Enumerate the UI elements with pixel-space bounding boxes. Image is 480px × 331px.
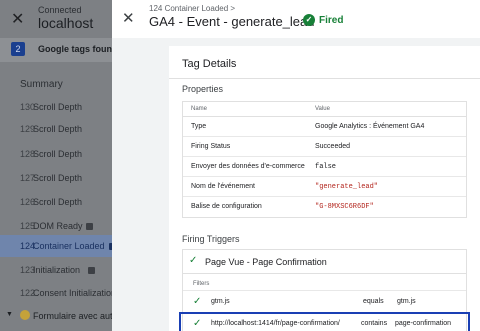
event-name: Consent Initialization <box>33 288 117 298</box>
trigger-name: Page Vue - Page Confirmation <box>205 257 327 267</box>
event-name: Initialization <box>33 265 81 275</box>
event-item[interactable]: 127 Scroll Depth <box>0 167 112 189</box>
property-value: false <box>315 163 337 171</box>
table-row: Balise de configuration "G-8MXSC6R6DF" <box>183 197 466 217</box>
firing-trigger-card: ✓ Page Vue - Page Confirmation Filters ✓… <box>179 249 470 331</box>
page-status-icon <box>20 310 30 320</box>
collapse-arrow-icon[interactable]: ▼ <box>6 311 13 318</box>
filters-label: Filters <box>193 281 210 287</box>
filter-row: ✓ gtm.js equals gtm.js <box>183 292 466 312</box>
table-row: Envoyer des données d'e-commerce false <box>183 157 466 177</box>
sidebar-header: ✕ Connected localhost <box>0 0 112 40</box>
table-row: Type Google Analytics : Événement GA4 <box>183 117 466 137</box>
filter-variable: http://localhost:1414/fr/page-confirmati… <box>211 320 340 327</box>
property-name: Nom de l'événement <box>191 183 255 190</box>
event-name: Container Loaded <box>33 241 105 251</box>
event-item[interactable]: 126 Scroll Depth <box>0 191 112 213</box>
status-label: Fired <box>319 14 344 26</box>
tag-fired-icon <box>86 223 93 230</box>
firing-triggers-heading: Firing Triggers <box>182 234 240 244</box>
filter-value: gtm.js <box>397 298 416 305</box>
check-circle-icon: ✓ <box>303 14 315 26</box>
tag-details-card: Tag Details Properties Name Value Type G… <box>169 46 480 331</box>
table-row: Nom de l'événement "generate_lead" <box>183 177 466 197</box>
event-name: Scroll Depth <box>33 197 83 207</box>
tag-fired-icon <box>88 267 95 274</box>
summary-item[interactable]: Summary <box>20 79 63 90</box>
tags-found-banner[interactable]: 2 Google tags found <box>0 38 118 62</box>
event-item[interactable]: 130 Scroll Depth <box>0 96 112 118</box>
table-row: Firing Status Succeeded <box>183 137 466 157</box>
property-value: Google Analytics : Événement GA4 <box>315 123 425 130</box>
event-item[interactable]: 123 Initialization <box>0 259 112 281</box>
sidebar: ✕ Connected localhost 2 Google tags foun… <box>0 0 118 331</box>
event-item[interactable]: 128 Scroll Depth <box>0 143 112 165</box>
card-title: Tag Details <box>182 58 237 70</box>
tags-found-text: Google tags found <box>38 44 118 54</box>
tag-title: GA4 - Event - generate_lead <box>149 14 315 29</box>
event-name: Scroll Depth <box>33 149 83 159</box>
event-name: Scroll Depth <box>33 124 83 134</box>
connection-status: Connected <box>38 5 82 15</box>
check-icon: ✓ <box>193 318 202 329</box>
event-name: Scroll Depth <box>33 173 83 183</box>
divider <box>183 290 466 291</box>
breadcrumb[interactable]: 124 Container Loaded > <box>149 4 235 13</box>
check-icon: ✓ <box>189 255 198 266</box>
property-value: Succeeded <box>315 143 351 150</box>
property-value: "generate_lead" <box>315 183 379 191</box>
table-header: Name Value <box>183 102 466 117</box>
close-icon[interactable]: ✕ <box>122 9 135 27</box>
property-name: Firing Status <box>191 143 231 150</box>
filter-operator: contains <box>361 320 388 327</box>
column-header-value: Value <box>315 106 330 112</box>
connected-host: localhost <box>38 15 94 31</box>
property-value: "G-8MXSC6R6DF" <box>315 203 374 211</box>
event-item[interactable]: 122 Consent Initialization <box>0 282 116 304</box>
status-badge: ✓ Fired <box>303 14 343 26</box>
tag-assistant-window: ✕ Connected localhost 2 Google tags foun… <box>0 0 480 331</box>
properties-heading: Properties <box>182 84 224 94</box>
filter-operator: equals <box>363 298 384 305</box>
event-item[interactable]: 125 DOM Ready <box>0 215 112 237</box>
column-header-name: Name <box>191 106 208 112</box>
filter-value: page-confirmation <box>395 320 452 327</box>
property-name: Envoyer des données d'e-commerce <box>191 163 305 170</box>
filter-row-highlighted: ✓ http://localhost:1414/fr/page-confirma… <box>179 312 470 331</box>
page-group-item[interactable]: ▼ Formulaire avec aut <box>0 305 113 327</box>
filter-variable: gtm.js <box>211 298 230 305</box>
divider <box>169 78 480 79</box>
event-item-selected[interactable]: 124 Container Loaded <box>0 235 116 257</box>
event-item[interactable]: 129 Scroll Depth <box>0 118 112 140</box>
tags-count-badge: 2 <box>11 42 25 56</box>
drawer-header: ✕ 124 Container Loaded > GA4 - Event - g… <box>112 0 480 38</box>
page-group-label: Formulaire avec aut <box>33 311 113 321</box>
property-name: Balise de configuration <box>191 203 262 210</box>
sidebar-close-icon[interactable]: ✕ <box>11 9 24 29</box>
event-name: Scroll Depth <box>33 102 83 112</box>
properties-table: Name Value Type Google Analytics : Événe… <box>182 101 467 218</box>
trigger-header[interactable]: ✓ Page Vue - Page Confirmation <box>183 250 466 274</box>
event-name: DOM Ready <box>33 221 83 231</box>
property-name: Type <box>191 123 207 130</box>
check-icon: ✓ <box>193 296 202 307</box>
tag-details-drawer: ✕ 124 Container Loaded > GA4 - Event - g… <box>112 0 480 331</box>
